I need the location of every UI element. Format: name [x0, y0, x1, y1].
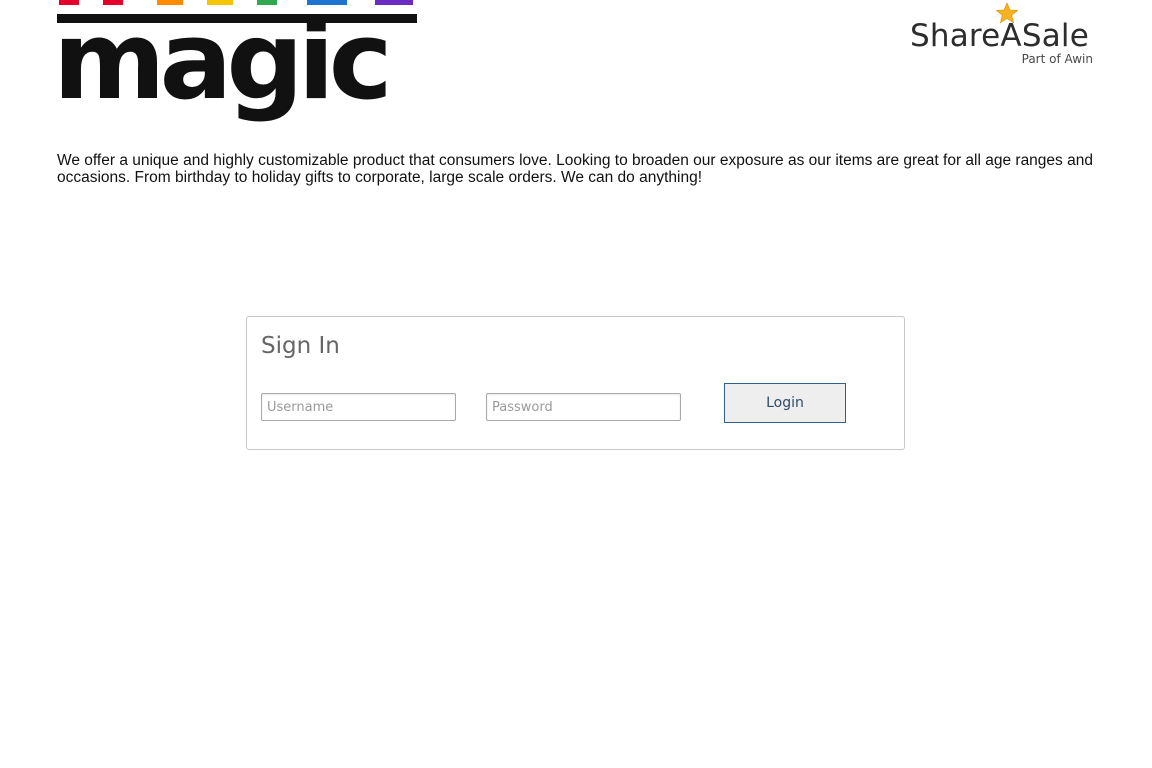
shareasale-tagline: Part of Awin	[1021, 52, 1093, 66]
shareasale-logo: ShareASale Part of Awin	[903, 2, 1093, 68]
password-input[interactable]	[486, 393, 681, 421]
username-input[interactable]	[261, 393, 456, 421]
signin-title: Sign In	[261, 333, 340, 359]
merchant-logo-wordmark: magic	[57, 0, 387, 124]
shareasale-name: ShareASale	[909, 18, 1089, 54]
login-button[interactable]: Login	[724, 383, 846, 423]
signin-panel: Sign In Login	[246, 316, 905, 450]
merchant-description: We offer a unique and highly customizabl…	[57, 152, 1093, 186]
merchant-logo: magic	[57, 0, 419, 134]
